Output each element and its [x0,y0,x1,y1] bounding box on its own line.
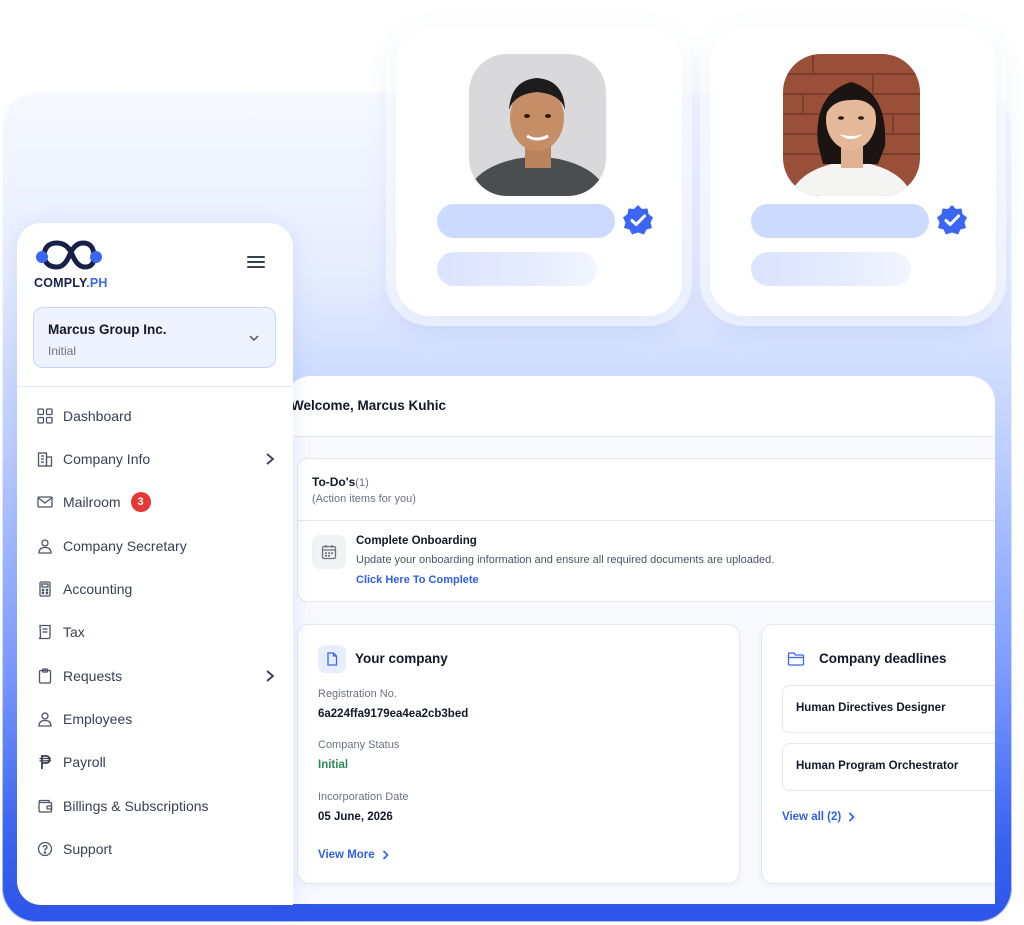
sidebar-item-company-secretary[interactable]: Company Secretary [36,533,276,559]
todo-count: (1) [355,477,369,489]
chevron-right-icon [849,812,855,822]
company-name: Marcus Group Inc. [48,322,167,337]
registration-value: 6a224ffa9179ea4ea2cb3bed [318,708,469,720]
help-icon [36,840,54,858]
name-placeholder-bar [437,204,615,238]
peso-icon [36,753,54,771]
your-company-card: Your company Registration No. 6a224ffa91… [297,624,740,884]
todo-item-title: Complete Onboarding [356,535,477,547]
man-avatar-photo [469,54,606,196]
chevron-right-icon [382,850,389,860]
registration-label: Registration No. [318,688,397,700]
deadline-item[interactable]: Human Directives Designer [782,685,995,733]
sidebar: COMPLY.PH Marcus Group Inc. Initial Dash… [17,223,293,905]
sidebar-item-company-info[interactable]: Company Info [36,446,276,472]
company-deadlines-title: Company deadlines [819,651,947,666]
todo-title: To-Do's(1) [312,475,369,489]
complete-onboarding-link[interactable]: Click Here To Complete [356,574,479,586]
sidebar-item-tax[interactable]: Tax [36,619,276,645]
chevron-right-icon [266,670,275,682]
company-selector[interactable]: Marcus Group Inc. Initial [33,307,276,368]
chevron-right-icon [266,453,275,465]
name-placeholder-bar [751,204,929,238]
your-company-title: Your company [355,651,448,666]
company-status-label: Company Status [318,739,400,751]
person-icon [36,537,54,555]
mailroom-count-badge: 3 [130,492,151,512]
title-placeholder-bar [751,252,911,286]
sidebar-item-requests[interactable]: Requests [36,663,276,689]
sidebar-item-employees[interactable]: Employees [36,706,276,732]
wallet-icon [36,797,54,815]
menu-toggle-icon[interactable] [247,256,265,270]
folder-icon [782,645,810,673]
calendar-icon [312,535,346,569]
verified-badge-icon [622,204,654,236]
todo-subtitle: (Action items for you) [312,493,416,505]
profile-card-man [396,28,682,316]
title-placeholder-bar [437,252,597,286]
profile-card-woman [710,28,996,316]
grid-icon [36,407,54,425]
person-icon [36,710,54,728]
building-icon [36,450,54,468]
document-icon [318,645,346,673]
sidebar-item-support[interactable]: Support [36,836,276,862]
woman-avatar-photo [783,54,920,196]
sidebar-item-mailroom[interactable]: Mailroom 3 [36,489,276,515]
deadline-item[interactable]: Human Program Orchestrator [782,743,995,791]
verified-badge-icon [936,204,968,236]
sidebar-item-accounting[interactable]: Accounting [36,576,276,602]
view-all-deadlines-link[interactable]: View all (2) [782,811,855,823]
logo-text: COMPLY.PH [34,276,108,290]
sidebar-item-payroll[interactable]: Payroll [36,749,276,775]
sidebar-item-dashboard[interactable]: Dashboard [36,403,276,429]
clipboard-icon [36,667,54,685]
main-header: Welcome, Marcus Kuhic [285,376,995,437]
view-more-link[interactable]: View More [318,849,389,861]
todo-item-description: Update your onboarding information and e… [356,554,775,566]
company-status: Initial [48,344,77,358]
todo-card: To-Do's(1) (Action items for you) Comple… [297,458,995,602]
sidebar-item-billings[interactable]: Billings & Subscriptions [36,793,276,819]
calculator-icon [36,580,54,598]
receipt-icon [36,623,54,641]
mail-icon [36,493,54,511]
company-status-value: Initial [318,759,349,771]
company-deadlines-card: Company deadlines Human Directives Desig… [761,624,995,884]
welcome-message: Welcome, Marcus Kuhic [291,398,447,413]
chevron-down-icon [249,335,259,342]
dashboard-main-panel: Welcome, Marcus Kuhic To-Do's(1) (Action… [285,376,995,904]
incorporation-date-label: Incorporation Date [318,791,409,803]
incorporation-date-value: 05 June, 2026 [318,811,393,823]
